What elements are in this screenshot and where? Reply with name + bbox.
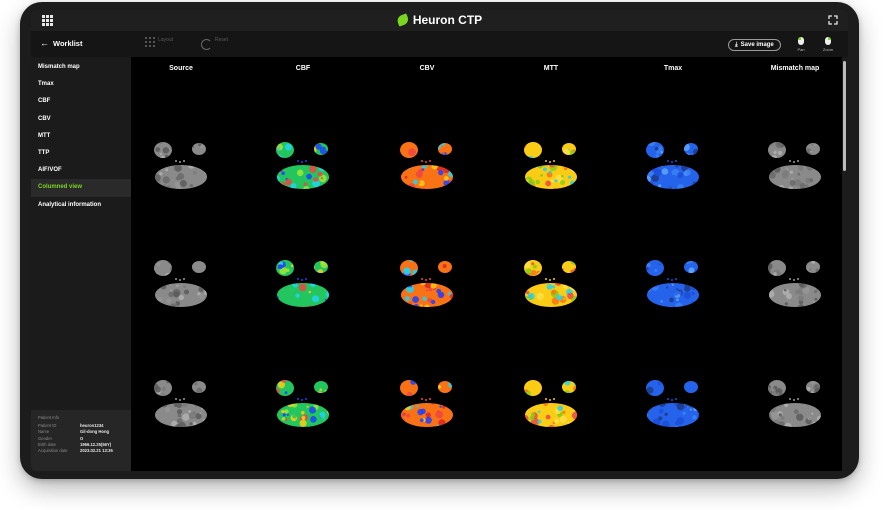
image-cbv-slice-3[interactable] xyxy=(395,375,459,431)
image-tmax-slice-1[interactable] xyxy=(641,137,705,193)
sidebar-item-ttp[interactable]: TTP xyxy=(31,145,131,162)
save-label: Save image xyxy=(740,42,774,48)
app-title-text: Heuron CTP xyxy=(412,13,483,27)
app-title: Heuron CTP xyxy=(395,13,483,27)
save-image-button[interactable]: ⤓ Save image xyxy=(728,39,781,51)
app-screen: Heuron CTP ← Worklist Layout Reset ⤓ Sav… xyxy=(31,10,848,471)
sidebar-item-columned-view[interactable]: Columned view xyxy=(31,179,131,197)
image-cbf-slice-3[interactable] xyxy=(271,375,335,431)
reset-icon xyxy=(201,39,212,50)
column-header-mismatch-map: Mismatch map xyxy=(770,65,820,72)
patient-info-title: Patient Info xyxy=(38,415,60,420)
sidebar-item-cbv[interactable]: CBV xyxy=(31,111,131,128)
heuron-logo-icon xyxy=(395,13,410,27)
scrollbar-thumb[interactable] xyxy=(843,61,846,171)
patient-info-panel: Patient Info Patient ID heuron1234 Name Gi… xyxy=(31,410,131,471)
download-icon: ⤓ xyxy=(735,41,738,48)
image-mtt-slice-2[interactable] xyxy=(519,255,583,311)
patient-acquisition-value: 2023.02.21 13:35 xyxy=(80,448,113,454)
layout-grid-icon xyxy=(145,37,155,47)
image-cbf-slice-2[interactable] xyxy=(271,255,335,311)
image-source-slice-3[interactable] xyxy=(149,375,213,431)
column-header-tmax: Tmax xyxy=(663,65,683,72)
back-label: Worklist xyxy=(53,38,83,48)
sidebar-item-aif-vof[interactable]: AIF/VOF xyxy=(31,162,131,179)
sidebar: Mismatch map Tmax CBF CBV MTT TTP AIF/VO… xyxy=(31,57,131,471)
pan-tool[interactable]: Pan xyxy=(791,37,811,52)
image-cbv-slice-1[interactable] xyxy=(395,137,459,193)
layout-button[interactable]: Layout xyxy=(145,37,173,47)
image-tmax-slice-2[interactable] xyxy=(641,255,705,311)
apps-grid-icon[interactable] xyxy=(42,15,53,26)
image-source-slice-1[interactable] xyxy=(149,137,213,193)
tablet-frame: Heuron CTP ← Worklist Layout Reset ⤓ Sav… xyxy=(20,2,859,479)
sidebar-item-mtt[interactable]: MTT xyxy=(31,128,131,145)
sidebar-item-analytical-information[interactable]: Analytical information xyxy=(31,197,131,214)
reset-label: Reset xyxy=(215,37,229,43)
image-mismatch-map-slice-3[interactable] xyxy=(763,375,827,431)
viewer-scrollbar[interactable] xyxy=(842,57,848,471)
reset-button[interactable]: Reset xyxy=(201,37,228,50)
columned-view-viewer[interactable]: Source CBF CBV MTT Tmax Mismatch map xyxy=(131,57,848,471)
zoom-tool[interactable]: Zoom xyxy=(818,37,838,52)
patient-name-value: Gil-dong Hong xyxy=(80,429,110,435)
pan-label: Pan xyxy=(797,47,805,52)
sidebar-menu: Mismatch map Tmax CBF CBV MTT TTP AIF/VO… xyxy=(31,57,131,214)
column-header-mtt: MTT xyxy=(543,65,559,72)
sidebar-item-tmax[interactable]: Tmax xyxy=(31,76,131,93)
image-cbf-slice-1[interactable] xyxy=(271,137,335,193)
arrow-left-icon: ← xyxy=(40,38,49,48)
image-mismatch-map-slice-2[interactable] xyxy=(763,255,827,311)
column-header-source: Source xyxy=(169,65,193,72)
image-mtt-slice-1[interactable] xyxy=(519,137,583,193)
patient-acquisition-row: Acquisition date 2023.02.21 13:35 xyxy=(38,448,131,454)
image-cbv-slice-2[interactable] xyxy=(395,255,459,311)
top-bar: Heuron CTP xyxy=(31,10,848,31)
zoom-label: Zoom xyxy=(822,47,834,52)
toolbar: ← Worklist Layout Reset ⤓ Save image Pan xyxy=(31,31,848,58)
mouse-right-icon xyxy=(825,37,831,45)
fullscreen-icon[interactable] xyxy=(828,15,838,25)
column-header-cbf: CBF xyxy=(295,65,311,72)
image-mismatch-map-slice-1[interactable] xyxy=(763,137,827,193)
image-mtt-slice-3[interactable] xyxy=(519,375,583,431)
back-to-worklist-button[interactable]: ← Worklist xyxy=(40,38,82,48)
image-tmax-slice-3[interactable] xyxy=(641,375,705,431)
sidebar-item-cbf[interactable]: CBF xyxy=(31,93,131,110)
layout-label: Layout xyxy=(158,37,174,43)
sidebar-item-mismatch-map[interactable]: Mismatch map xyxy=(31,59,131,76)
patient-acquisition-key: Acquisition date xyxy=(38,448,68,454)
mouse-left-icon xyxy=(798,37,804,45)
image-source-slice-2[interactable] xyxy=(149,255,213,311)
column-header-cbv: CBV xyxy=(419,65,435,72)
